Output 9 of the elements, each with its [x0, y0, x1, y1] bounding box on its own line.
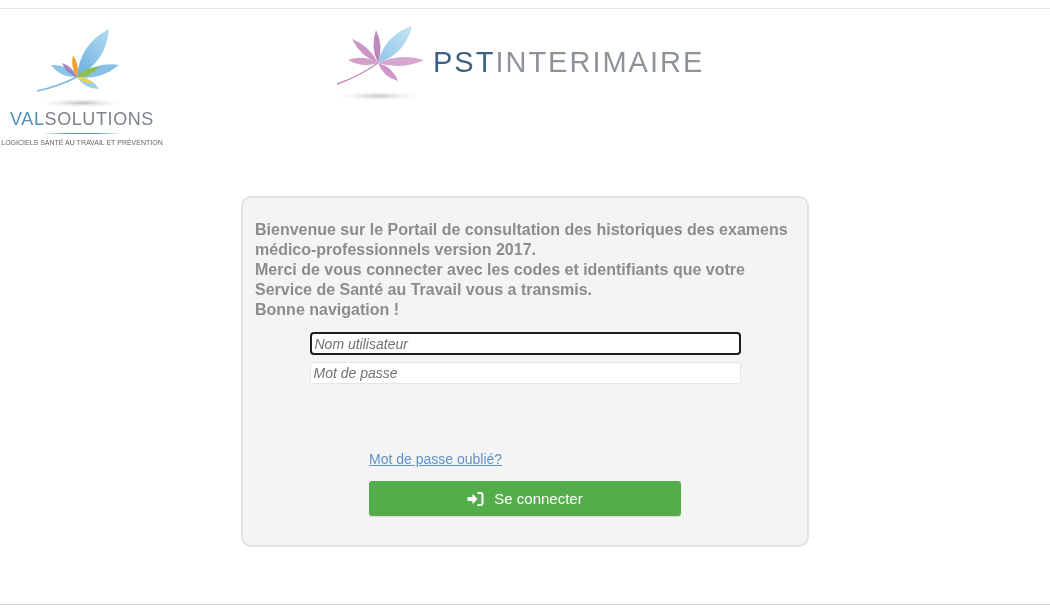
- logo-wordmark: PSTINTERIMAIRE: [433, 46, 705, 79]
- arrow-bracket-icon: [467, 491, 485, 506]
- welcome-text: Merci de vous connecter avec les codes et identifiants que votre Service de Santé au Travail vous a transmis.: [255, 260, 746, 300]
- forgot-password-link[interactable]: Mot de passe oublié?: [369, 451, 503, 468]
- login-button[interactable]: Se connecter: [369, 481, 681, 516]
- welcome-text: Bonne navigation !: [255, 300, 400, 320]
- input-field[interactable]: Nom utilisateur: [309, 332, 741, 355]
- logo-wordmark: VALSOLUTIONS: [10, 109, 154, 129]
- welcome-text: Bienvenue sur le Portail de consultation des historiques des examens médico-professionnels version 2017.: [255, 220, 789, 260]
